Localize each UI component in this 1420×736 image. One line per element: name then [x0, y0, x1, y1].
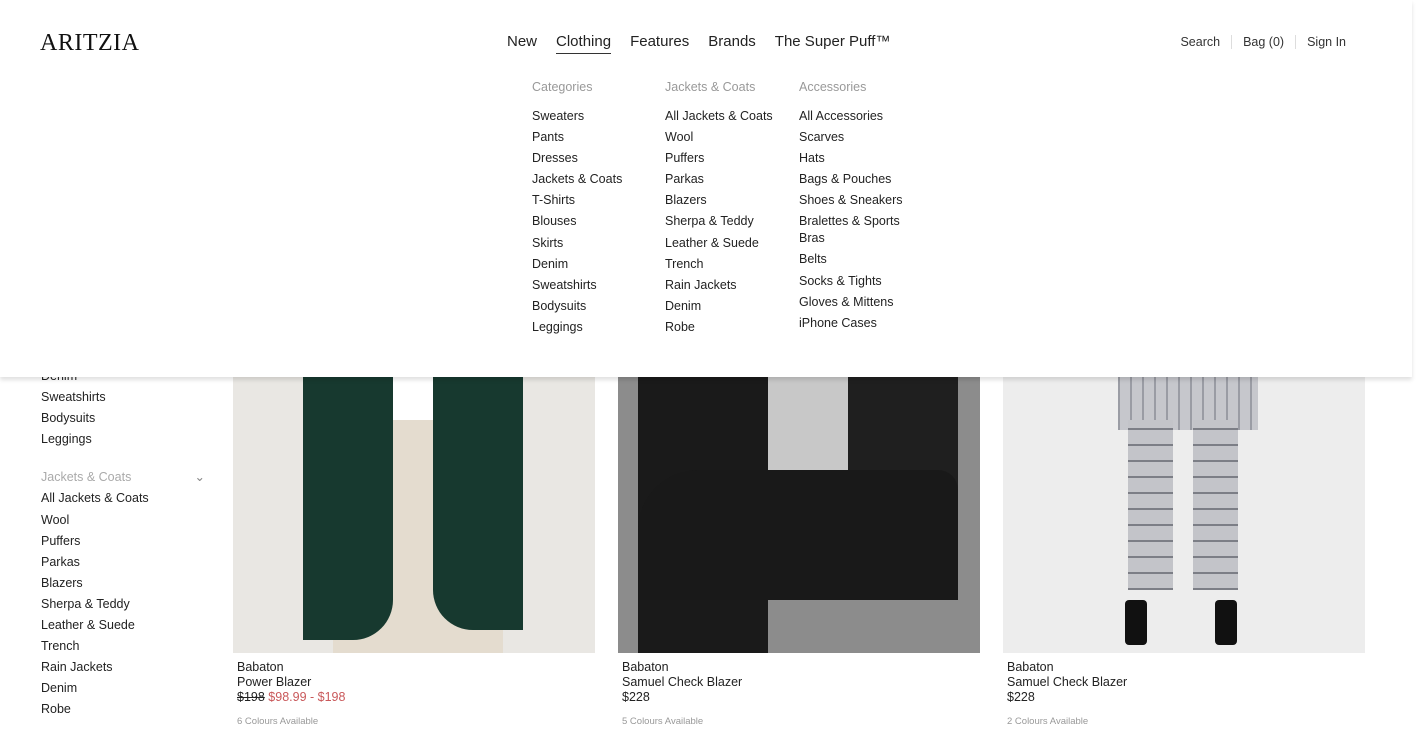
search-link[interactable]: Search: [1169, 35, 1231, 49]
menu-column-jackets-coats: Jackets & Coats All Jackets & Coats Wool Pu…: [665, 80, 773, 340]
product-brand: Babaton: [1007, 660, 1054, 674]
product-brand: Babaton: [237, 660, 284, 674]
colours-available: 5 Colours Available: [622, 716, 704, 727]
utility-nav: Search Bag (0) Sign In: [1169, 35, 1357, 49]
menu-item[interactable]: All Accessories: [799, 108, 914, 129]
menu-item[interactable]: Skirts: [532, 235, 622, 256]
menu-item[interactable]: Blouses: [532, 213, 622, 234]
menu-item[interactable]: Robe: [665, 319, 773, 340]
menu-item[interactable]: Shoes & Sneakers: [799, 192, 914, 213]
sidebar-item[interactable]: Denim: [41, 681, 205, 702]
menu-item[interactable]: Sweatshirts: [532, 277, 622, 298]
product-price: $228: [1007, 690, 1035, 704]
sidebar-item[interactable]: Robe: [41, 702, 205, 723]
nav-brands[interactable]: Brands: [708, 33, 756, 54]
menu-item[interactable]: Denim: [665, 298, 773, 319]
menu-item[interactable]: Scarves: [799, 129, 914, 150]
sign-in-link[interactable]: Sign In: [1295, 35, 1357, 49]
menu-item[interactable]: Sweaters: [532, 108, 622, 129]
menu-item[interactable]: T-Shirts: [532, 192, 622, 213]
sidebar-item[interactable]: Parkas: [41, 555, 205, 576]
menu-item[interactable]: Denim: [532, 256, 622, 277]
product-brand: Babaton: [622, 660, 669, 674]
sidebar-item[interactable]: Blazers: [41, 576, 205, 597]
menu-column-accessories: Accessories All Accessories Scarves Hats Bag…: [799, 80, 914, 336]
menu-item[interactable]: Bodysuits: [532, 298, 622, 319]
menu-column-heading: Accessories: [799, 80, 867, 94]
colours-available: 6 Colours Available: [237, 716, 319, 727]
sidebar-item[interactable]: Rain Jackets: [41, 660, 205, 681]
sidebar-item[interactable]: Wool: [41, 513, 205, 534]
menu-item[interactable]: Gloves & Mittens: [799, 294, 914, 315]
menu-item[interactable]: Puffers: [665, 150, 773, 171]
sidebar-section-jackets[interactable]: Jackets & Coats ⌄: [41, 470, 205, 491]
sale-price: $98.99 - $198: [268, 690, 346, 704]
menu-column-heading: Categories: [532, 80, 593, 94]
menu-item[interactable]: Bags & Pouches: [799, 171, 914, 192]
menu-item[interactable]: Belts: [799, 251, 914, 272]
sidebar-item[interactable]: Leather & Suede: [41, 618, 205, 639]
sidebar-item[interactable]: Sweatshirts: [41, 390, 205, 411]
colours-available: 2 Colours Available: [1007, 716, 1089, 727]
sidebar-item[interactable]: Trench: [41, 639, 205, 660]
menu-item[interactable]: iPhone Cases: [799, 315, 914, 336]
sidebar-item[interactable]: Leggings: [41, 432, 205, 453]
menu-item[interactable]: Dresses: [532, 150, 622, 171]
product-name[interactable]: Samuel Check Blazer: [1007, 675, 1361, 690]
nav-features[interactable]: Features: [630, 33, 689, 54]
mega-menu: ARITZIA New Clothing Features Brands The…: [0, 0, 1412, 377]
nav-clothing[interactable]: Clothing: [556, 33, 612, 54]
menu-item[interactable]: Sherpa & Teddy: [665, 213, 773, 234]
menu-item[interactable]: Blazers: [665, 192, 773, 213]
main-nav: New Clothing Features Brands The Super P…: [507, 33, 890, 54]
chevron-down-icon: ⌄: [194, 470, 205, 485]
menu-item[interactable]: Hats: [799, 150, 914, 171]
menu-item[interactable]: Bralettes & Sports Bras: [799, 213, 914, 251]
menu-column-categories: Categories Sweaters Pants Dresses Jackets & …: [532, 80, 622, 340]
sidebar-item[interactable]: Puffers: [41, 534, 205, 555]
menu-item[interactable]: Rain Jackets: [665, 277, 773, 298]
original-price: $198: [237, 690, 265, 704]
menu-column-heading: Jackets & Coats: [665, 80, 756, 94]
menu-item[interactable]: Wool: [665, 129, 773, 150]
nav-super-puff[interactable]: The Super Puff™: [775, 33, 891, 54]
menu-item[interactable]: Leather & Suede: [665, 235, 773, 256]
nav-new[interactable]: New: [507, 33, 537, 54]
menu-item[interactable]: Pants: [532, 129, 622, 150]
section-label: Jackets & Coats: [41, 470, 132, 485]
menu-item[interactable]: Leggings: [532, 319, 622, 340]
bag-link[interactable]: Bag (0): [1231, 35, 1295, 49]
sidebar-item[interactable]: All Jackets & Coats: [41, 491, 205, 512]
sidebar-item[interactable]: Bodysuits: [41, 411, 205, 432]
logo[interactable]: ARITZIA: [40, 30, 139, 57]
sidebar: Denim Sweatshirts Bodysuits Leggings Jac…: [41, 369, 205, 716]
sidebar-item[interactable]: Sherpa & Teddy: [41, 597, 205, 618]
menu-item[interactable]: Parkas: [665, 171, 773, 192]
product-name[interactable]: Power Blazer: [237, 675, 591, 690]
menu-item[interactable]: Trench: [665, 256, 773, 277]
product-price: $228: [622, 690, 650, 704]
product-name[interactable]: Samuel Check Blazer: [622, 675, 976, 690]
menu-item[interactable]: All Jackets & Coats: [665, 108, 773, 129]
menu-item[interactable]: Socks & Tights: [799, 273, 914, 294]
menu-item[interactable]: Jackets & Coats: [532, 171, 622, 192]
